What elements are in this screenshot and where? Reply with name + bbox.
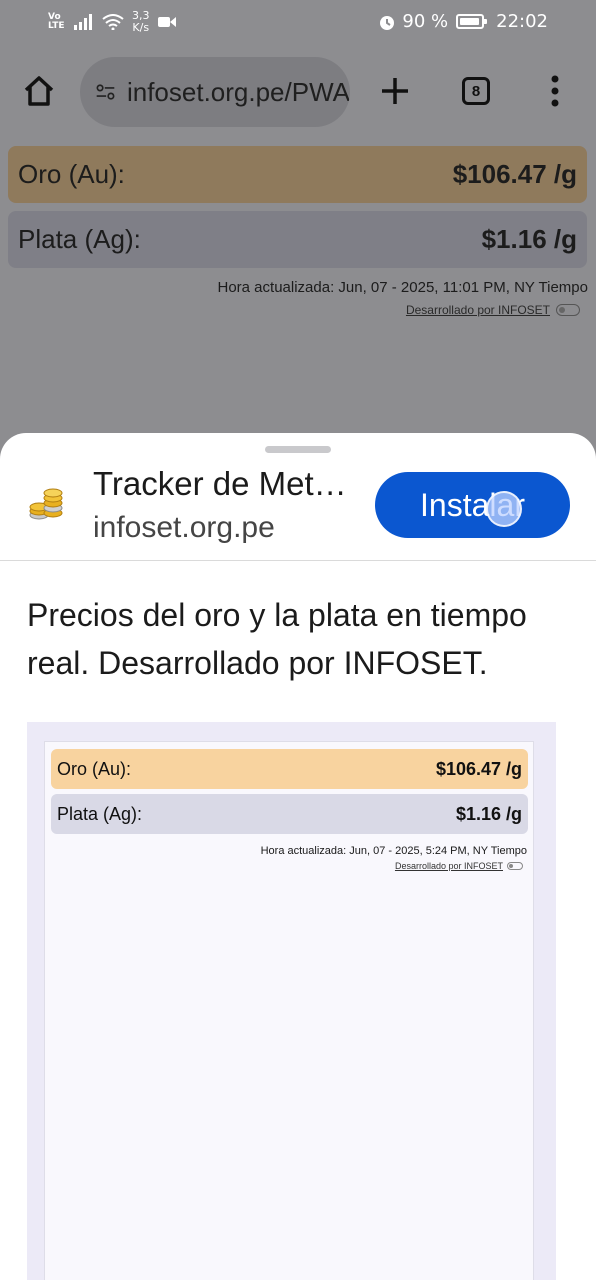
preview-gold-row: Oro (Au): $106.47 /g	[51, 749, 528, 789]
developed-by-link[interactable]: Desarrollado por INFOSET	[406, 303, 550, 317]
clock: 22:02	[496, 11, 548, 32]
app-screenshot-preview[interactable]: Oro (Au): $106.47 /g Plata (Ag): $1.16 /…	[27, 722, 556, 1280]
silver-price-row: Plata (Ag): $1.16 /g	[8, 211, 587, 268]
silver-label: Plata (Ag):	[18, 224, 141, 254]
site-settings-icon[interactable]	[96, 80, 115, 104]
preview-silver-row: Plata (Ag): $1.16 /g	[51, 794, 528, 834]
preview-developed-by-link: Desarrollado por INFOSET	[394, 861, 503, 871]
preview-gold-value: $106.47 /g	[435, 758, 522, 779]
silver-value: $1.16 /g	[481, 224, 577, 254]
signal-icon	[74, 14, 92, 30]
preview-developed-by: Desarrollado por INFOSET	[395, 861, 523, 871]
preview-toggle	[507, 862, 523, 870]
plus-icon[interactable]	[380, 76, 410, 106]
url-text[interactable]: infoset.org.pe/PWA	[127, 77, 350, 108]
speed-unit: K/s	[132, 21, 150, 34]
home-icon[interactable]	[22, 74, 56, 108]
volte-icon: Vo LTE	[48, 13, 66, 31]
video-camera-icon	[157, 17, 176, 27]
preview-gold-label: Oro (Au):	[57, 758, 132, 779]
gold-price-row: Oro (Au): $106.47 /g	[8, 146, 587, 203]
alarm-icon	[380, 15, 395, 30]
tab-count: 8	[471, 82, 481, 100]
install-button[interactable]: Instalar	[375, 472, 570, 538]
app-domain: infoset.org.pe	[93, 511, 275, 544]
status-bar: Vo LTE 3,3 K/s 90 % 22:02	[0, 0, 596, 44]
network-speed: 3,3 K/s	[132, 10, 150, 34]
battery-percent: 90 %	[402, 11, 449, 32]
preview-page: Oro (Au): $106.47 /g Plata (Ag): $1.16 /…	[44, 741, 534, 1280]
preview-updated-time: Hora actualizada: Jun, 07 - 2025, 5:24 P…	[260, 845, 527, 857]
status-right: 90 % 22:02	[378, 11, 548, 32]
gold-coins-icon	[29, 488, 63, 520]
sheet-drag-handle[interactable]	[265, 446, 331, 453]
preview-silver-label: Plata (Ag):	[57, 803, 143, 824]
tabs-icon[interactable]: 8	[462, 77, 490, 105]
wifi-icon	[102, 14, 124, 30]
theme-toggle[interactable]	[556, 304, 580, 316]
more-vert-icon[interactable]	[549, 74, 561, 108]
preview-silver-value: $1.16 /g	[455, 803, 522, 824]
browser-toolbar: infoset.org.pe/PWA 8	[0, 52, 596, 136]
app-description: Precios del oro y la plata en tiempo rea…	[27, 597, 527, 681]
install-sheet: Tracker de Metales Preciosos infoset.org…	[0, 433, 596, 1280]
status-left: Vo LTE 3,3 K/s	[48, 10, 176, 34]
sheet-divider	[0, 560, 596, 561]
updated-time: Hora actualizada: Jun, 07 - 2025, 11:01 …	[217, 279, 589, 296]
address-bar[interactable]: infoset.org.pe/PWA	[80, 57, 350, 127]
gold-value: $106.47 /g	[452, 159, 577, 189]
battery-icon	[456, 14, 488, 29]
volte-bottom: LTE	[48, 21, 65, 31]
developed-by: Desarrollado por INFOSET	[406, 303, 580, 317]
app-name: Tracker de Metales Preciosos	[93, 465, 363, 502]
touch-indicator	[486, 491, 522, 527]
gold-label: Oro (Au):	[18, 159, 125, 189]
